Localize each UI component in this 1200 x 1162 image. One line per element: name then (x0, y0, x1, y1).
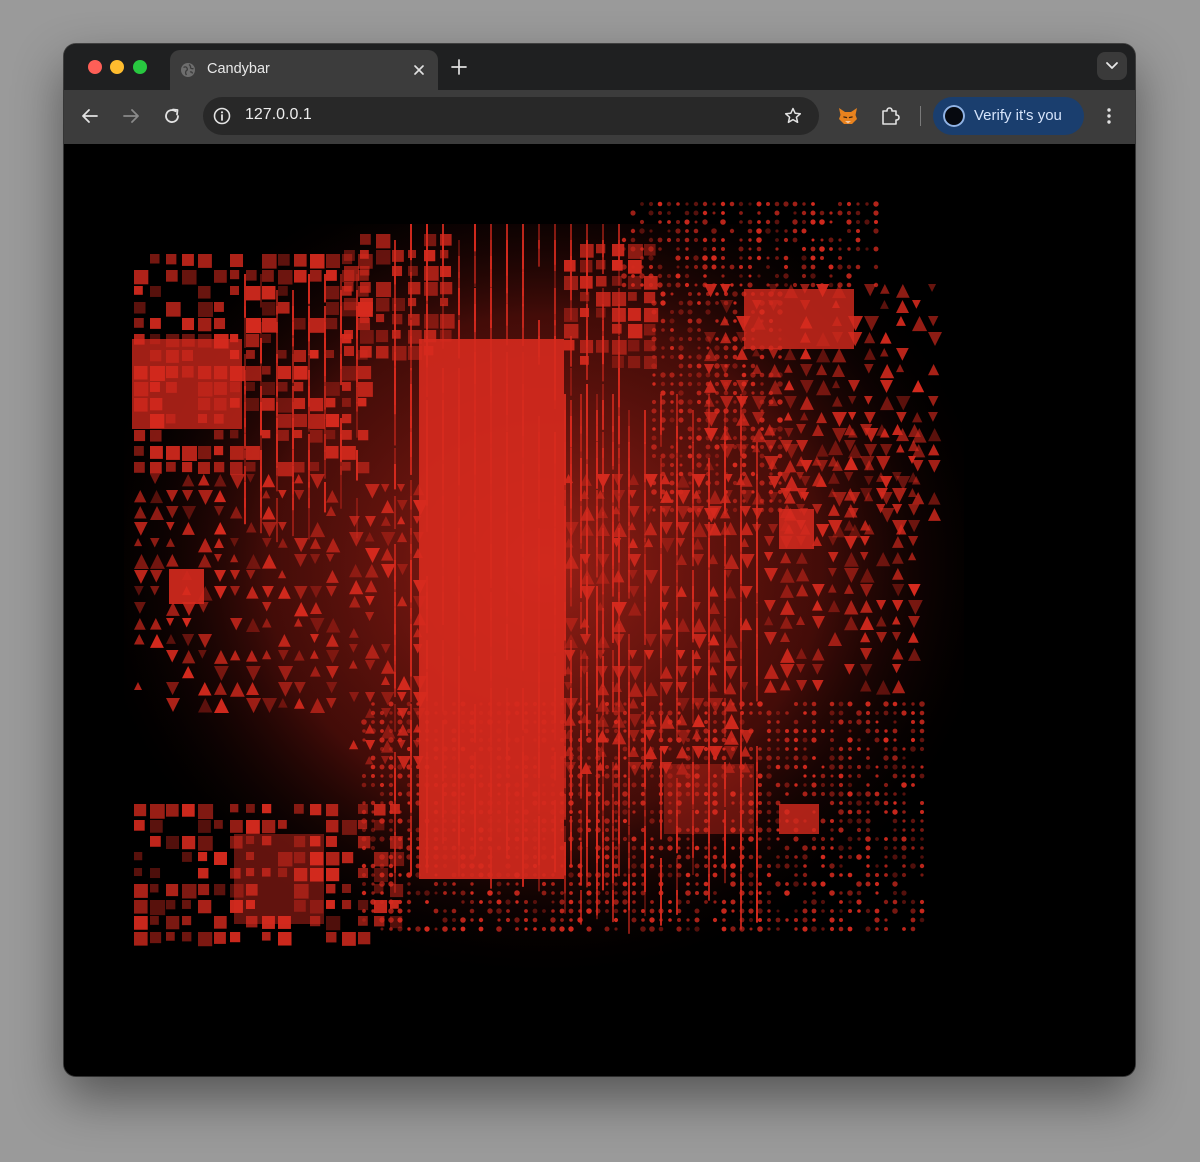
minimize-window-button[interactable] (110, 60, 124, 74)
fox-icon[interactable] (837, 105, 859, 127)
info-icon[interactable] (212, 106, 232, 126)
toolbar: 127.0.0.1 Verify it's you (64, 90, 1135, 144)
profile-label: Verify it's you (974, 107, 1062, 124)
zoom-window-button[interactable] (133, 60, 147, 74)
plus-icon[interactable] (449, 57, 469, 77)
puzzle-icon[interactable] (879, 105, 901, 127)
url-text[interactable]: 127.0.0.1 (245, 106, 312, 124)
close-window-button[interactable] (88, 60, 102, 74)
toolbar-divider (920, 106, 921, 126)
tab-strip: Candybar (64, 44, 1135, 90)
generative-art-canvas[interactable] (64, 144, 1135, 1076)
chevron-down-icon (1106, 62, 1118, 69)
globe-icon (181, 63, 195, 77)
page-content (64, 144, 1135, 1076)
arrow-left-icon[interactable] (79, 105, 101, 127)
profile-verify-button[interactable]: Verify it's you (933, 97, 1084, 135)
tab-candybar[interactable]: Candybar (170, 50, 438, 90)
reload-icon[interactable] (161, 105, 183, 127)
avatar (943, 105, 965, 127)
address-bar[interactable]: 127.0.0.1 (203, 97, 819, 135)
tab-search-button[interactable] (1097, 52, 1127, 80)
star-icon[interactable] (783, 106, 803, 126)
kebab-menu-icon[interactable] (1098, 105, 1120, 127)
tab-title: Candybar (207, 61, 270, 77)
arrow-right-icon[interactable] (120, 105, 142, 127)
browser-window: Candybar 127.0.0.1 Verify it's you (64, 44, 1135, 1076)
close-icon[interactable] (410, 61, 428, 79)
